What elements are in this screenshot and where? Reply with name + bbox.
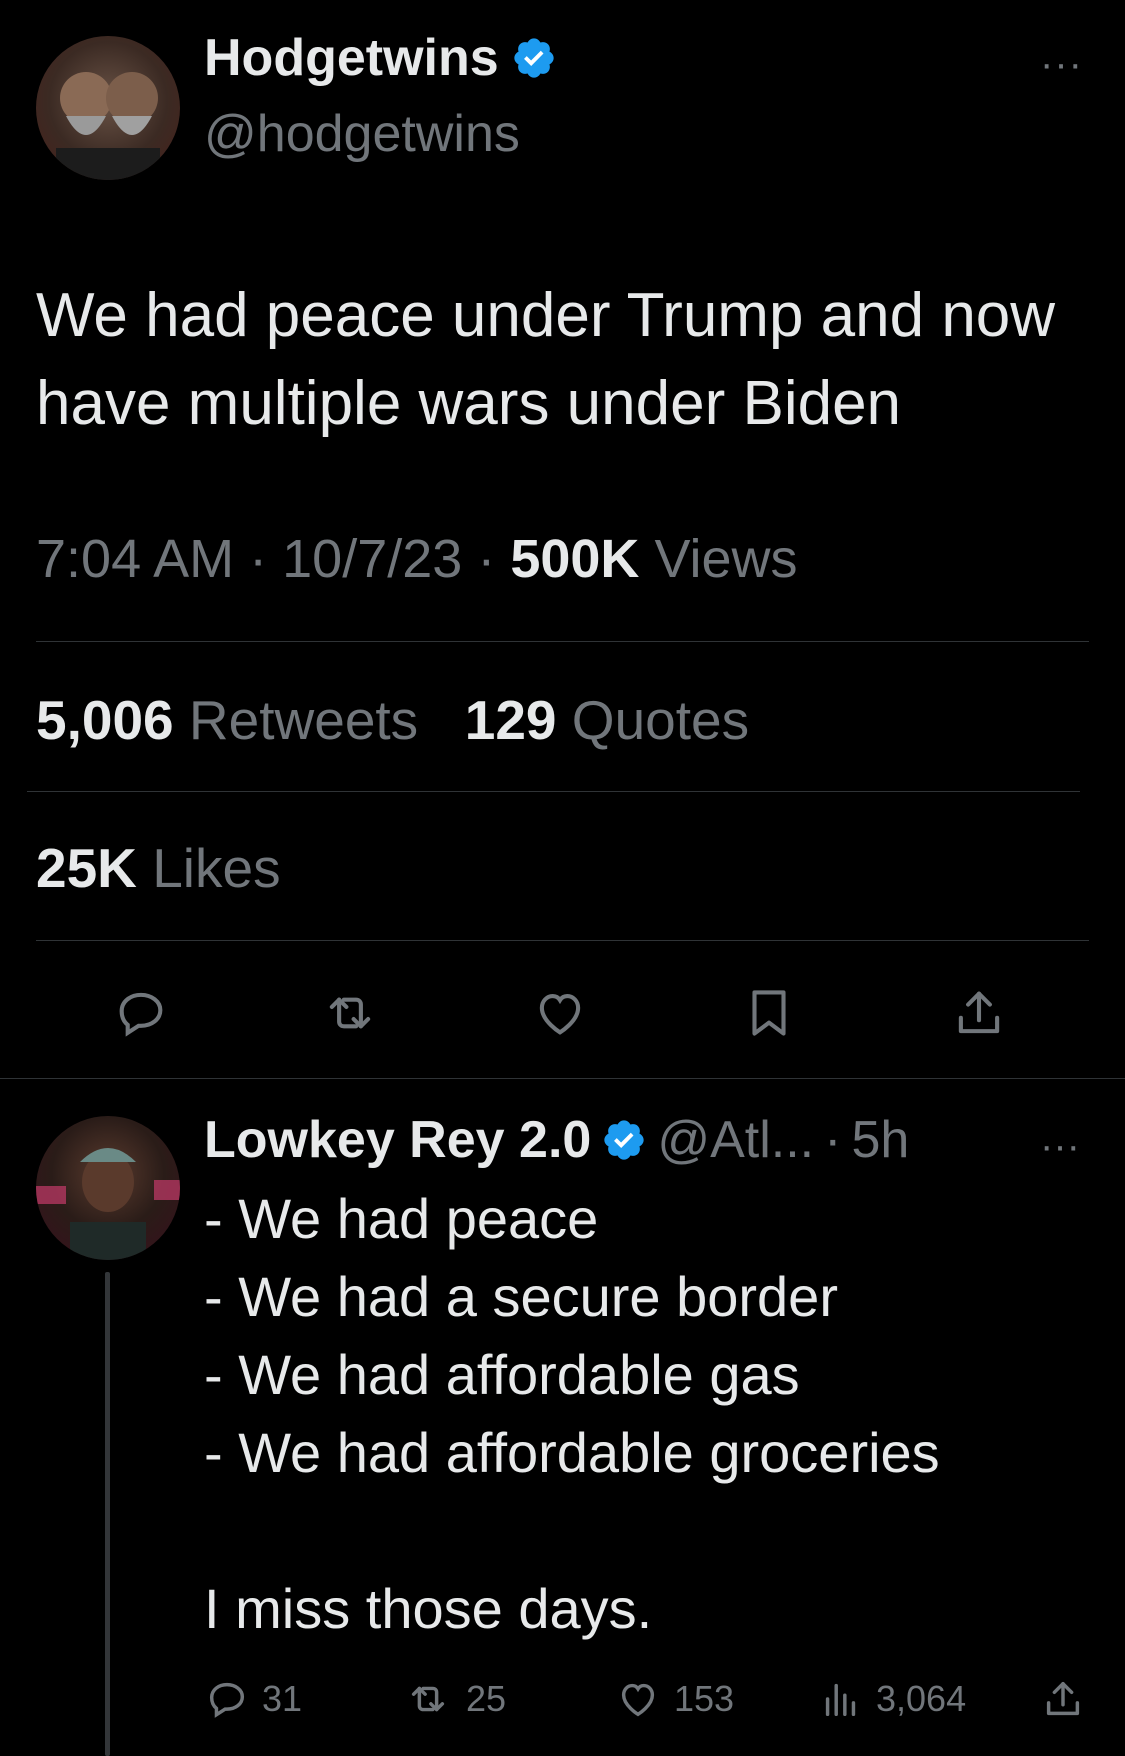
share-icon[interactable] — [950, 984, 1008, 1042]
retweets-stat[interactable]: 5,006 Retweets — [36, 689, 433, 751]
views-label: Views — [654, 529, 798, 589]
verified-badge-icon — [514, 38, 554, 78]
quotes-count: 129 — [464, 689, 557, 751]
reply-reply-button[interactable]: 31 — [204, 1676, 302, 1722]
bookmark-icon[interactable] — [740, 984, 798, 1042]
reply-views-button[interactable]: 3,064 — [818, 1676, 966, 1722]
divider — [36, 940, 1089, 941]
tweet-time[interactable]: 7:04 AM — [36, 529, 234, 589]
verified-badge-icon — [604, 1120, 644, 1160]
reply-action-bar: 31 25 153 3,064 — [204, 1676, 1104, 1726]
retweet-icon — [411, 1686, 445, 1712]
reply-header: Lowkey Rey 2.0 @Atl... · 5h — [204, 1110, 910, 1170]
reply-icon[interactable] — [112, 984, 170, 1042]
more-icon[interactable]: ··· — [1040, 1124, 1080, 1169]
views-count: 500K — [510, 529, 640, 589]
quotes-label: Quotes — [571, 689, 750, 751]
action-bar — [0, 984, 1125, 1042]
quotes-stat[interactable]: 129 Quotes — [465, 689, 749, 751]
thread-line — [105, 1272, 110, 1756]
reply-text: - We had peace - We had a secure border … — [204, 1187, 940, 1640]
reply-display-name[interactable]: Lowkey Rey 2.0 — [204, 1110, 591, 1170]
tweet-meta: 7:04 AM · 10/7/23 · 500K Views — [36, 529, 798, 589]
retweet-count: 25 — [466, 1678, 507, 1719]
reply-icon — [209, 1682, 245, 1718]
reply-handle[interactable]: @Atl... — [657, 1110, 814, 1170]
reply-age[interactable]: 5h — [851, 1110, 909, 1170]
display-name-text[interactable]: Hodgetwins — [204, 28, 499, 88]
reply-avatar[interactable] — [36, 1116, 180, 1260]
display-name[interactable]: Hodgetwins — [204, 28, 557, 88]
share-icon[interactable] — [1040, 1676, 1086, 1722]
views-icon — [825, 1683, 856, 1717]
likes-stat[interactable]: 25K Likes — [36, 836, 281, 900]
tweet-date[interactable]: 10/7/23 — [282, 529, 462, 589]
reply-like-button[interactable]: 153 — [614, 1676, 734, 1722]
divider — [36, 641, 1089, 642]
retweets-count: 5,006 — [36, 689, 174, 751]
retweets-label: Retweets — [188, 689, 419, 751]
handle[interactable]: @hodgetwins — [204, 104, 520, 164]
like-icon[interactable] — [530, 984, 590, 1042]
reply-count: 31 — [262, 1678, 303, 1719]
divider — [27, 791, 1080, 792]
retweet-icon[interactable] — [318, 984, 382, 1042]
engagement-counts: 5,006 Retweets 129 Quotes — [36, 688, 749, 752]
likes-count: 25K — [36, 837, 137, 899]
more-icon[interactable]: ··· — [1040, 42, 1083, 87]
likes-label: Likes — [152, 837, 281, 899]
like-icon — [621, 1683, 655, 1717]
like-count: 153 — [674, 1678, 735, 1719]
divider — [0, 1078, 1125, 1079]
avatar[interactable] — [36, 36, 180, 180]
reply-retweet-button[interactable]: 25 — [402, 1676, 506, 1722]
tweet-text: We had peace under Trump and now have mu… — [36, 281, 1056, 438]
views-count: 3,064 — [876, 1678, 967, 1719]
